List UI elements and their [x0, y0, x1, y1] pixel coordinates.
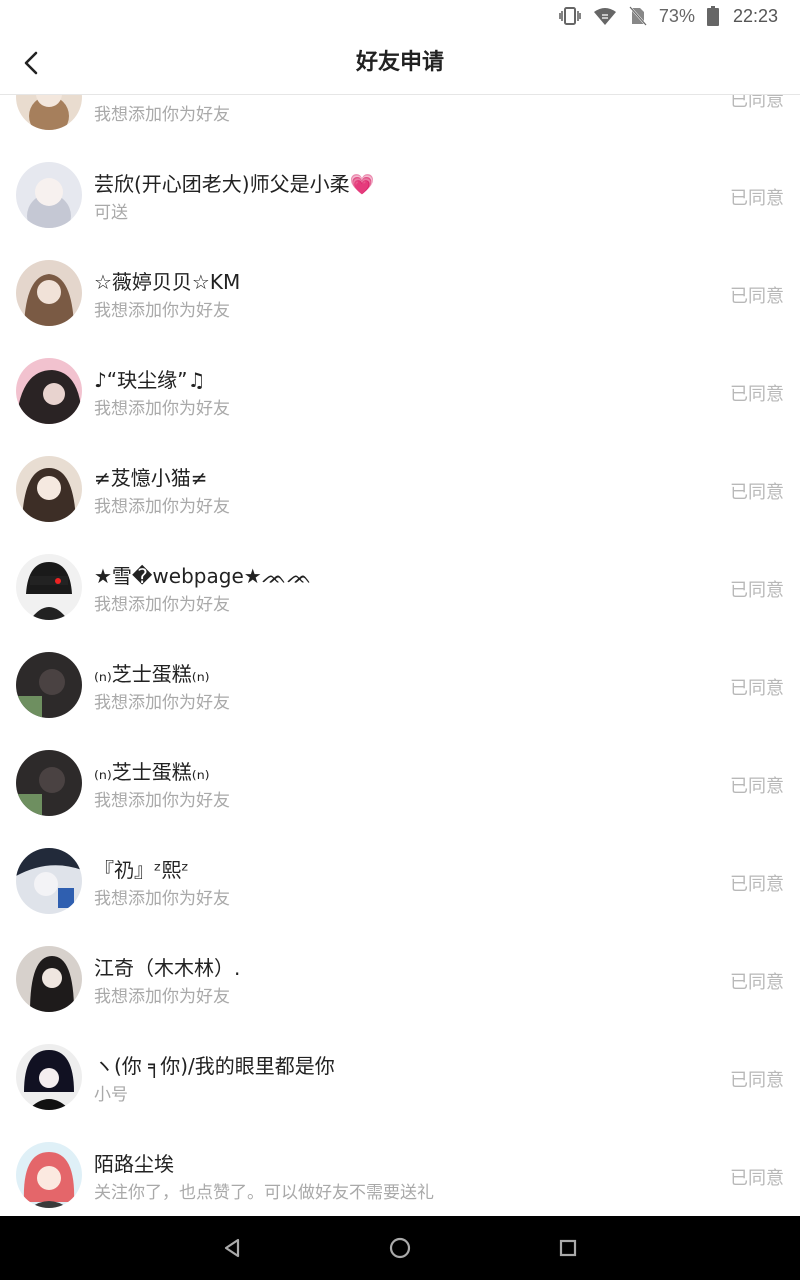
- page-title: 好友申请: [355, 50, 444, 75]
- status-accepted: 已同意: [730, 776, 784, 797]
- list-item[interactable]: ♪“玦尘缘”♫ 我想添加你为好友 已同意: [0, 342, 800, 440]
- request-message: 我想添加你为好友: [94, 105, 230, 125]
- requester-name: ♪“玦尘缘”♫: [94, 368, 206, 392]
- requester-name: ヽ(你 ╕你)/我的眼里都是你: [94, 1054, 335, 1078]
- status-accepted: 已同意: [730, 1070, 784, 1091]
- list-item[interactable]: ₍ₙ₎芝士蛋糕₍ₙ₎ 我想添加你为好友 已同意: [0, 734, 800, 832]
- request-message: 我想添加你为好友: [94, 399, 230, 419]
- circle-home-icon: [389, 1237, 411, 1259]
- avatar[interactable]: [16, 358, 82, 424]
- avatar[interactable]: [16, 1044, 82, 1110]
- friend-request-list[interactable]: 我想添加你为好友 已同意 芸欣(开心团老大)师父是小柔💗 可送 已同意 ☆薇婷贝…: [0, 48, 800, 1216]
- list-item[interactable]: ヽ(你 ╕你)/我的眼里都是你 小号 已同意: [0, 1028, 800, 1126]
- battery-icon: [706, 6, 719, 26]
- nav-back-button[interactable]: [214, 1230, 250, 1266]
- status-bar: 73% 22:23: [0, 0, 800, 32]
- requester-name: 陌路尘埃: [94, 1152, 174, 1176]
- request-message: 我想添加你为好友: [94, 889, 230, 909]
- status-accepted: 已同意: [730, 1168, 784, 1189]
- list-item[interactable]: ≠芨憶小猫≠ 我想添加你为好友 已同意: [0, 440, 800, 538]
- requester-name: ★雪�webpage★ᨏᨏ: [94, 564, 312, 588]
- avatar[interactable]: [16, 162, 82, 228]
- wifi-icon: [593, 6, 617, 26]
- avatar[interactable]: [16, 946, 82, 1012]
- status-accepted: 已同意: [730, 188, 784, 209]
- requester-name: ≠芨憶小猫≠: [94, 466, 208, 490]
- list-item[interactable]: ★雪�webpage★ᨏᨏ 我想添加你为好友 已同意: [0, 538, 800, 636]
- avatar[interactable]: [16, 652, 82, 718]
- request-message: 关注你了，也点赞了。可以做好友不需要送礼: [94, 1183, 434, 1203]
- avatar[interactable]: [16, 456, 82, 522]
- status-accepted: 已同意: [730, 874, 784, 895]
- clock: 22:23: [732, 5, 778, 26]
- request-message: 我想添加你为好友: [94, 791, 230, 811]
- status-accepted: 已同意: [730, 580, 784, 601]
- request-message: 我想添加你为好友: [94, 693, 230, 713]
- requester-name: ₍ₙ₎芝士蛋糕₍ₙ₎: [94, 760, 210, 784]
- app-header: 好友申请: [0, 32, 800, 95]
- avatar[interactable]: [16, 1142, 82, 1208]
- avatar[interactable]: [16, 750, 82, 816]
- requester-name: 江奇（木木林）.: [94, 956, 241, 980]
- avatar[interactable]: [16, 848, 82, 914]
- status-accepted: 已同意: [730, 972, 784, 993]
- list-item[interactable]: ₍ₙ₎芝士蛋糕₍ₙ₎ 我想添加你为好友 已同意: [0, 636, 800, 734]
- battery-percent: 73%: [658, 5, 695, 26]
- status-accepted: 已同意: [730, 678, 784, 699]
- request-message: 我想添加你为好友: [94, 497, 230, 517]
- requester-name: 芸欣(开心团老大)师父是小柔💗: [94, 172, 375, 196]
- avatar[interactable]: [16, 260, 82, 326]
- list-item[interactable]: ☆薇婷贝贝☆KM 我想添加你为好友 已同意: [0, 244, 800, 342]
- avatar[interactable]: [16, 554, 82, 620]
- list-item[interactable]: 『礽』ᶻ熙ᶻ 我想添加你为好友 已同意: [0, 832, 800, 930]
- status-accepted: 已同意: [730, 286, 784, 307]
- status-icons: 73% 22:23: [559, 0, 778, 32]
- requester-name: ₍ₙ₎芝士蛋糕₍ₙ₎: [94, 662, 210, 686]
- request-message: 我想添加你为好友: [94, 301, 230, 321]
- request-message: 小号: [94, 1085, 128, 1105]
- request-message: 可送: [94, 203, 128, 223]
- square-recents-icon: [559, 1239, 577, 1257]
- triangle-back-icon: [224, 1238, 240, 1258]
- requester-name: 『礽』ᶻ熙ᶻ: [94, 858, 189, 882]
- status-accepted: 已同意: [730, 384, 784, 405]
- system-nav-bar: [0, 1216, 800, 1280]
- list-item[interactable]: 芸欣(开心团老大)师父是小柔💗 可送 已同意: [0, 146, 800, 244]
- request-message: 我想添加你为好友: [94, 595, 230, 615]
- nav-home-button[interactable]: [382, 1230, 418, 1266]
- vibrate-icon: [559, 6, 581, 26]
- request-message: 我想添加你为好友: [94, 987, 230, 1007]
- list-item[interactable]: 江奇（木木林）. 我想添加你为好友 已同意: [0, 930, 800, 1028]
- status-accepted: 已同意: [730, 482, 784, 503]
- nav-recents-button[interactable]: [550, 1230, 586, 1266]
- requester-name: ☆薇婷贝贝☆KM: [94, 270, 241, 294]
- list-item[interactable]: 陌路尘埃 关注你了，也点赞了。可以做好友不需要送礼 已同意: [0, 1126, 800, 1216]
- no-sim-icon: [629, 6, 647, 26]
